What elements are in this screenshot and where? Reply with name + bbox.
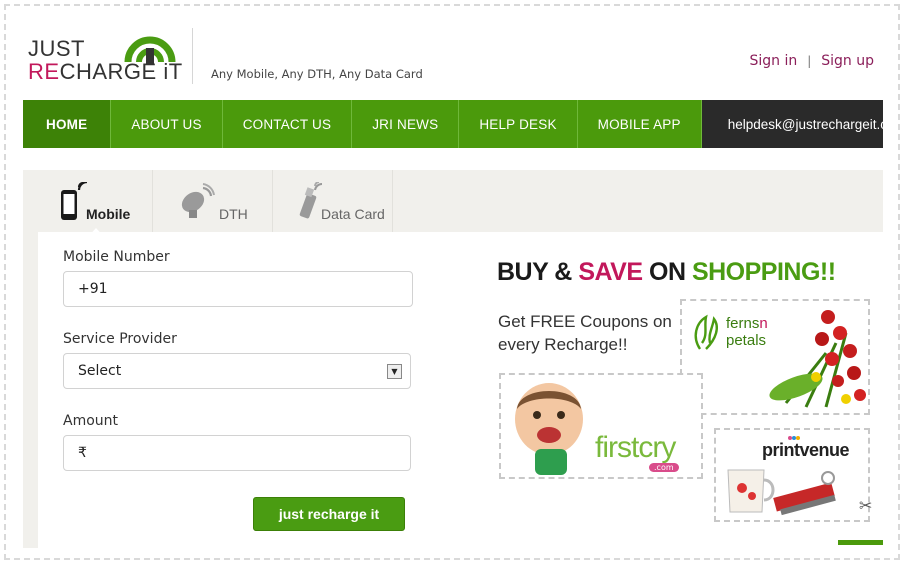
service-provider-value: Select [78,363,122,379]
auth-links: Sign in | Sign up [749,53,874,69]
amount-input[interactable]: ₹ [63,435,411,471]
site-logo[interactable]: JUST RECHARGE iT [28,22,188,84]
scissors-icon: ✂ [859,496,873,515]
print-products-image [727,469,836,516]
firstcry-logo-text: firstcry [595,431,676,464]
recharge-tabs: Mobile DTH Data Card [23,170,393,240]
promo-amp: & [554,258,572,286]
logo-text-it: iT [163,59,183,84]
logo-text-re: RE [28,59,60,84]
promo-heading: BUY & SAVE ON SHOPPING!! [497,258,836,287]
sign-up-link[interactable]: Sign up [821,53,874,69]
tab-mobile[interactable]: Mobile [23,170,153,240]
recharge-submit-button[interactable]: just recharge it [253,497,405,531]
tab-dth[interactable]: DTH [153,170,273,232]
sign-in-link[interactable]: Sign in [749,53,797,69]
amount-label: Amount [63,413,119,429]
promo-buy: BUY [497,258,548,286]
promo-shopping: SHOPPING!! [691,258,836,286]
nav-mobile-app[interactable]: MOBILE APP [578,100,702,148]
coupon-fernsnpetals[interactable]: fernsn petals [680,299,870,415]
fnp-leaf-logo-icon [694,314,718,350]
mobile-number-input[interactable]: +91 [63,271,413,307]
flower-bouquet-image [769,310,866,408]
printvenue-logo-text: printvenue [762,440,850,460]
service-provider-label: Service Provider [63,331,177,347]
firstcry-logo-suffix: .com [649,463,679,472]
fnp-ferns: ferns [726,315,760,332]
nav-about-us[interactable]: ABOUT US [111,100,223,148]
dropdown-arrow-icon[interactable]: ▼ [387,364,402,379]
panel-green-accent [838,540,883,545]
tab-data-card-label: Data Card [321,206,385,222]
satellite-dish-icon [181,183,215,218]
coupon-firstcry[interactable]: firstcry .com [499,373,703,479]
promo-on: ON [649,258,686,286]
header-divider [192,28,193,84]
main-navbar: HOME ABOUT US CONTACT US JRI NEWS HELP D… [23,100,883,148]
promo-save: SAVE [578,258,643,286]
fnp-logo-text: fernsn petals [726,315,768,349]
baby-image [515,383,583,475]
tab-mobile-label: Mobile [86,206,131,222]
nav-contact-us[interactable]: CONTACT US [223,100,353,148]
nav-home[interactable]: HOME [23,100,112,148]
promo-subtitle: Get FREE Coupons on every Recharge!! [498,312,672,354]
tab-data-card[interactable]: Data Card [273,170,393,232]
service-provider-select[interactable]: Select ▼ [63,353,411,389]
nav-help-desk[interactable]: HELP DESK [459,100,578,148]
mobile-number-label: Mobile Number [63,249,170,265]
logo-text-charge: CHARGE [59,59,157,84]
tab-dth-label: DTH [219,206,248,222]
coupon-printvenue[interactable]: printvenue [714,428,870,522]
auth-separator: | [807,54,812,68]
fnp-petals: petals [726,332,767,349]
nav-jri-news[interactable]: JRI NEWS [352,100,460,148]
site-tagline: Any Mobile, Any DTH, Any Data Card [211,67,423,81]
logo-text-recharge: RECHARGE iT [28,59,183,85]
helpdesk-email[interactable]: helpdesk@justrechargeit.co [701,100,883,148]
